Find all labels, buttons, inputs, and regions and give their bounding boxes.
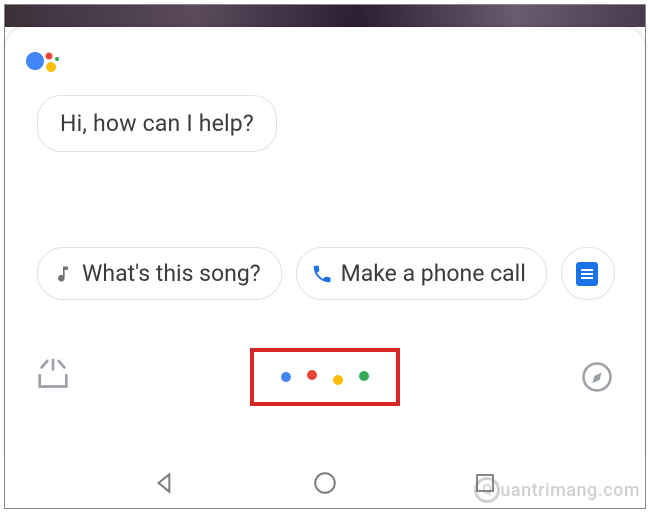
- explore-compass-icon[interactable]: [577, 357, 617, 397]
- nav-back-button[interactable]: [149, 467, 181, 499]
- message-icon: [576, 263, 598, 285]
- music-note-icon: [52, 263, 74, 285]
- voice-listening-button[interactable]: [281, 369, 369, 385]
- nav-home-button[interactable]: [309, 467, 341, 499]
- suggestion-chip-song[interactable]: What's this song?: [37, 247, 282, 300]
- background-photo-strip: [5, 5, 645, 27]
- suggestion-chips-row: What's this song? Make a phone call: [37, 247, 645, 300]
- watermark: Q uantrimang.com: [474, 477, 640, 503]
- assistant-greeting-text: Hi, how can I help?: [60, 110, 254, 137]
- assistant-greeting-bubble: Hi, how can I help?: [37, 95, 277, 152]
- phone-icon: [311, 263, 333, 285]
- google-assistant-logo-icon: [25, 47, 61, 79]
- voice-listening-highlight: [250, 348, 400, 406]
- assistant-bottom-bar: [5, 337, 645, 417]
- listening-dot-green-icon: [359, 371, 369, 381]
- assistant-panel: Hi, how can I help? What's this song? Ma…: [5, 27, 645, 458]
- watermark-q-icon: Q: [474, 477, 500, 503]
- suggestion-label: What's this song?: [82, 260, 261, 287]
- suggestion-label: Make a phone call: [341, 260, 526, 287]
- listening-dot-red-icon: [307, 370, 317, 380]
- listening-dot-blue-icon: [281, 372, 291, 382]
- suggestion-chip-call[interactable]: Make a phone call: [296, 247, 547, 300]
- lens-tray-icon[interactable]: [33, 357, 73, 397]
- watermark-text: uantrimang.com: [500, 480, 640, 501]
- suggestion-chip-message[interactable]: [561, 247, 615, 300]
- listening-dot-yellow-icon: [333, 375, 343, 385]
